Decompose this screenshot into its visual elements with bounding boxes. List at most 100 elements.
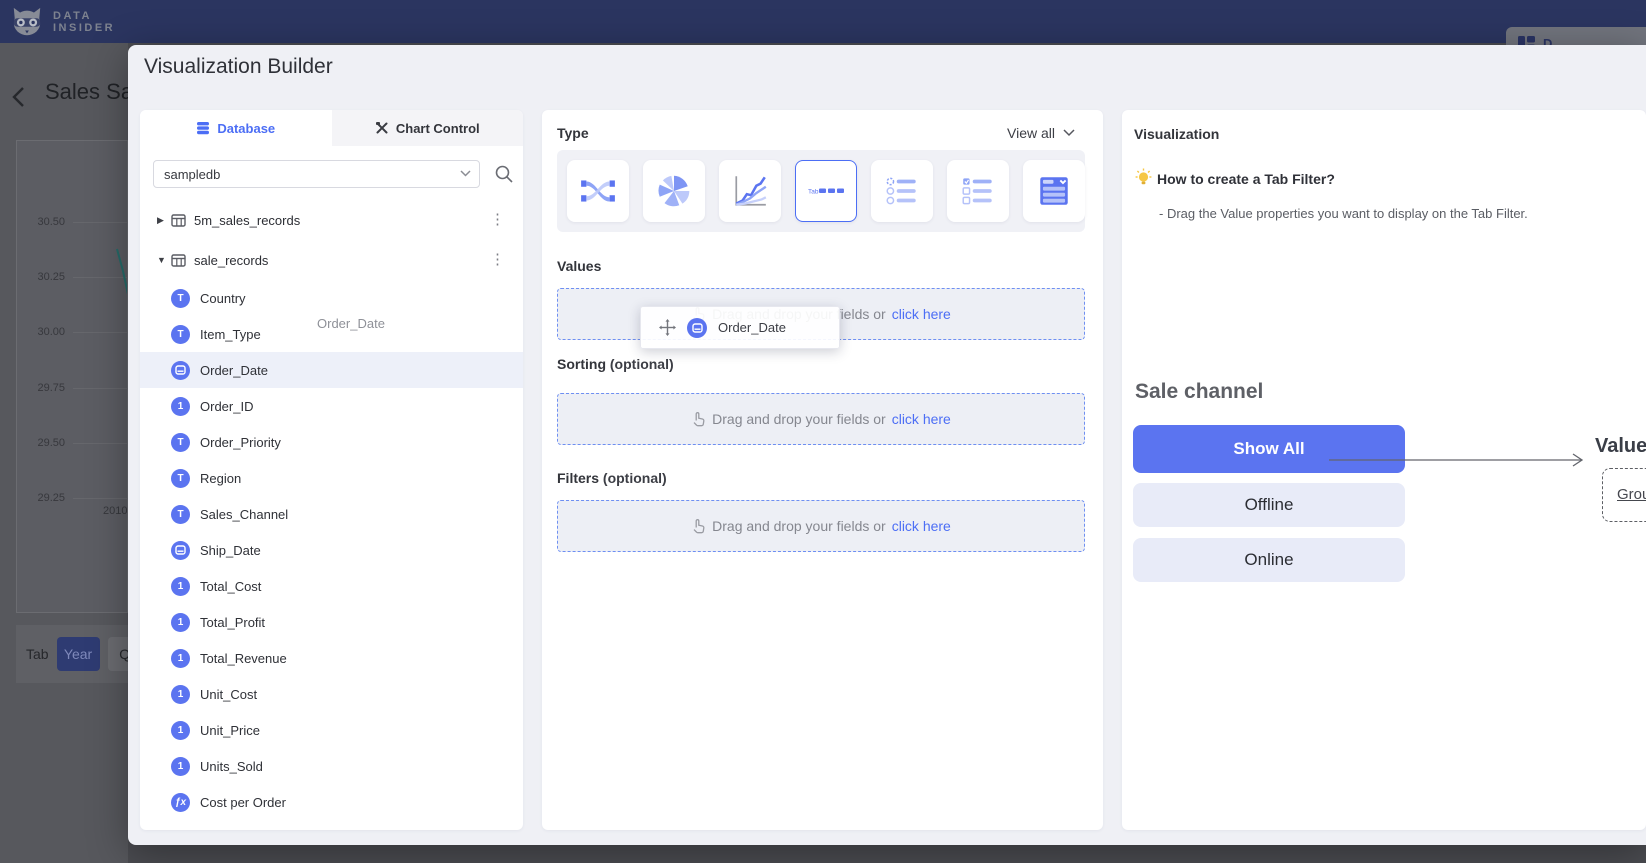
- table-icon: [171, 254, 186, 267]
- field-label: Total_Profit: [200, 615, 265, 630]
- database-select-value: sampledb: [164, 167, 220, 182]
- dragging-field-chip[interactable]: Order_Date: [640, 306, 840, 349]
- tree-table-5m-sales-records[interactable]: ▶ 5m_sales_records ⋮: [140, 200, 523, 240]
- kebab-menu-icon[interactable]: ⋮: [490, 214, 505, 226]
- chart-type-radio-list[interactable]: [871, 160, 933, 222]
- annotation-group-box: Group: [1602, 468, 1646, 522]
- tree-field-ship-date[interactable]: Ship_Date: [140, 532, 523, 568]
- text-field-icon: T: [171, 289, 190, 308]
- tree-field-units-sold[interactable]: 1Units_Sold: [140, 748, 523, 784]
- field-label: Region: [200, 471, 241, 486]
- dropzone-click-here-link[interactable]: click here: [892, 411, 951, 427]
- chart-type-dropdown[interactable]: [1023, 160, 1085, 222]
- number-field-icon: 1: [171, 613, 190, 632]
- quarter-chip[interactable]: Qu: [108, 637, 128, 671]
- chevron-down-icon: [460, 170, 471, 177]
- tree-field-cost-per-order[interactable]: ƒxCost per Order: [140, 784, 523, 820]
- database-icon: [196, 121, 210, 135]
- field-label: Total_Revenue: [200, 651, 287, 666]
- field-label: Cost per Order: [200, 795, 286, 810]
- tree-field-order-priority[interactable]: TOrder_Priority: [140, 424, 523, 460]
- number-field-icon: 1: [171, 397, 190, 416]
- tree-field-unit-cost[interactable]: 1 Unit_Cost: [140, 676, 523, 712]
- number-field-icon: 1: [171, 577, 190, 596]
- channel-tab-online[interactable]: Online: [1133, 538, 1405, 582]
- tree-field-order-date[interactable]: Order_Date: [140, 352, 523, 388]
- back-arrow-icon[interactable]: [8, 83, 32, 111]
- svg-text:Tab: Tab: [808, 189, 819, 196]
- year-chip[interactable]: Year: [57, 637, 100, 671]
- background-page-title: Sales Sa: [45, 79, 128, 105]
- tab-database-label: Database: [217, 121, 275, 136]
- text-field-icon: T: [171, 505, 190, 524]
- date-field-icon: [687, 318, 707, 338]
- caret-collapsed-icon[interactable]: ▶: [157, 215, 171, 226]
- chevron-down-icon: [1063, 129, 1075, 137]
- database-select-input[interactable]: sampledb: [153, 160, 480, 188]
- tab-database[interactable]: Database: [140, 110, 332, 146]
- drag-chip-label: Order_Date: [718, 320, 786, 335]
- chart-line: [17, 141, 128, 613]
- owl-logo-icon: [10, 5, 44, 39]
- filters-dropzone[interactable]: Drag and drop your fields or click here: [557, 500, 1085, 552]
- caret-expanded-icon[interactable]: ▼: [157, 255, 171, 265]
- dropzone-click-here-link[interactable]: click here: [892, 518, 951, 534]
- tree-table-sale-records[interactable]: ▼ sale_records ⋮: [140, 240, 523, 280]
- date-field-icon: [171, 541, 190, 560]
- text-field-icon: T: [171, 325, 190, 344]
- kebab-menu-icon[interactable]: ⋮: [490, 254, 505, 266]
- field-label: Order_ID: [200, 399, 253, 414]
- background-toolbar: Tab Year Qu: [16, 625, 128, 683]
- dropzone-text: Drag and drop your fields or: [712, 518, 886, 534]
- tree-field-total-profit[interactable]: 1 Total_Profit: [140, 604, 523, 640]
- channel-tab-offline[interactable]: Offline: [1133, 483, 1405, 527]
- visualization-builder-modal: Visualization Builder Database Chart Con…: [128, 45, 1646, 845]
- dropzone-text: Drag and drop your fields or: [712, 411, 886, 427]
- chart-type-tab-filter[interactable]: Tab: [795, 160, 857, 222]
- chart-type-pie[interactable]: [643, 160, 705, 222]
- tree-field-region[interactable]: T Region: [140, 460, 523, 496]
- field-label: Unit_Cost: [200, 687, 257, 702]
- text-field-icon: T: [171, 469, 190, 488]
- drag-ghost-label: Order_Date: [317, 316, 385, 331]
- tree-field-unit-price[interactable]: 1Unit_Price: [140, 712, 523, 748]
- chart-type-line[interactable]: [719, 160, 781, 222]
- modal-title: Visualization Builder: [144, 55, 333, 79]
- chart-x-tick: 2010: [103, 505, 127, 517]
- drag-hand-icon: [691, 411, 706, 427]
- field-list: TCountryTItem_TypeOrder_Date1Order_IDTOr…: [140, 280, 523, 820]
- panel-tabbar: Database Chart Control: [140, 110, 523, 146]
- number-field-icon: 1: [171, 721, 190, 740]
- tab-chart-control[interactable]: Chart Control: [332, 110, 524, 146]
- sorting-dropzone[interactable]: Drag and drop your fields or click here: [557, 393, 1085, 445]
- chart-type-sankey[interactable]: [567, 160, 629, 222]
- tree-field-total-revenue[interactable]: 1Total_Revenue: [140, 640, 523, 676]
- table-name: 5m_sales_records: [194, 213, 300, 228]
- annotation-group-link[interactable]: Group: [1617, 486, 1646, 503]
- database-tree: ▶ 5m_sales_records ⋮ ▼ sale_records ⋮ TC…: [140, 200, 523, 820]
- visualization-panel: Visualization How to create a Tab Filter…: [1122, 110, 1646, 830]
- view-all-button[interactable]: View all: [1007, 125, 1075, 141]
- tab-chart-control-label: Chart Control: [396, 121, 480, 136]
- field-label: Total_Cost: [200, 579, 261, 594]
- move-icon: [659, 319, 676, 336]
- tree-field-sales-channel[interactable]: TSales_Channel: [140, 496, 523, 532]
- dropzone-click-here-link[interactable]: click here: [892, 306, 951, 322]
- date-field-icon: [171, 361, 190, 380]
- tree-field-total-cost[interactable]: 1 Total_Cost: [140, 568, 523, 604]
- filters-section-label: Filters (optional): [557, 470, 667, 486]
- chart-type-checkbox-list[interactable]: [947, 160, 1009, 222]
- annotation-arrow: [1327, 451, 1597, 469]
- tree-field-country[interactable]: T Country: [140, 280, 523, 316]
- chart-type-strip: Tab: [557, 150, 1085, 232]
- annotation-value-label: Value: [1595, 435, 1646, 458]
- search-icon[interactable]: [494, 164, 514, 184]
- values-section-label: Values: [557, 258, 601, 274]
- sorting-section-label: Sorting (optional): [557, 356, 674, 372]
- tree-field-order-id[interactable]: 1 Order_ID: [140, 388, 523, 424]
- field-label: Item_Type: [200, 327, 261, 342]
- builder-panel: Type View all Tab Values Drag and drop y…: [542, 110, 1103, 830]
- field-label: Country: [200, 291, 246, 306]
- field-label: Order_Priority: [200, 435, 281, 450]
- number-field-icon: 1: [171, 685, 190, 704]
